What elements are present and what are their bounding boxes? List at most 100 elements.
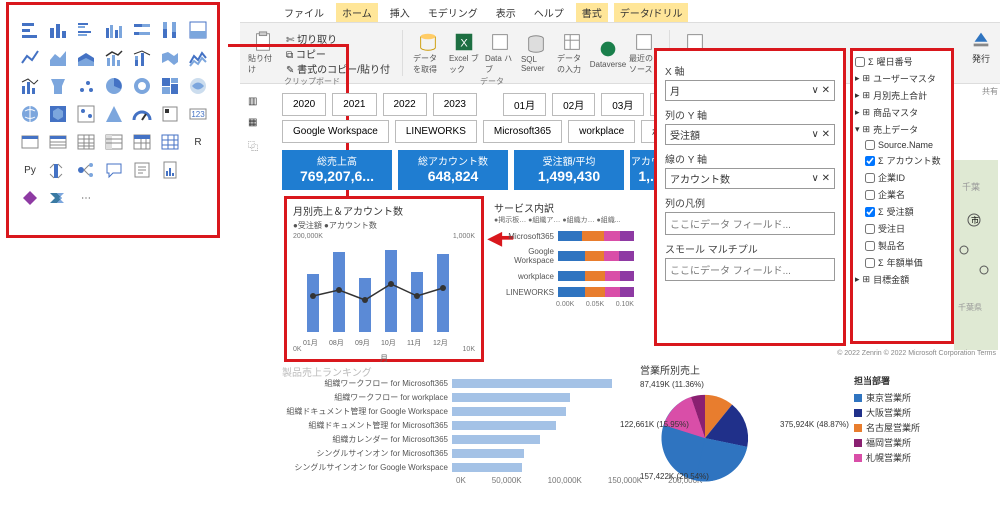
more-visuals-icon[interactable]: ⋯ xyxy=(75,187,97,209)
data-view-icon[interactable]: ▦ xyxy=(248,117,258,128)
power-automate-icon[interactable] xyxy=(47,187,69,209)
svc-m365[interactable]: Microsoft365 xyxy=(483,120,562,143)
stacked-bar-icon[interactable] xyxy=(19,19,41,41)
kpi-avg-order[interactable]: 受注額/平均1,499,430 xyxy=(514,150,624,190)
multi-card-icon[interactable] xyxy=(131,103,153,125)
r-visual-icon[interactable] xyxy=(131,131,153,153)
legend-drop[interactable]: ここにデータ フィールド... xyxy=(665,212,835,235)
svc-workplace[interactable]: workplace xyxy=(568,120,635,143)
chk-weekday[interactable] xyxy=(855,57,865,67)
chk-compname[interactable] xyxy=(865,190,875,200)
chk-orderdate[interactable] xyxy=(865,224,875,234)
funnel-icon[interactable] xyxy=(19,75,41,97)
line-chart-icon[interactable] xyxy=(19,47,41,69)
stacked-area-icon[interactable] xyxy=(75,47,97,69)
stacked-column-icon[interactable] xyxy=(47,19,69,41)
year-2022[interactable]: 2022 xyxy=(383,93,427,116)
dataverse-button[interactable]: Dataverse xyxy=(593,31,623,75)
shape-map-icon[interactable] xyxy=(19,103,41,125)
report-view-icon[interactable]: ▥ xyxy=(248,96,258,107)
model-view-icon[interactable]: ⿻ xyxy=(248,138,258,153)
chk-accounts[interactable] xyxy=(865,156,875,166)
xaxis-field[interactable]: 月∨ ✕ xyxy=(665,80,835,101)
donut-icon[interactable] xyxy=(103,75,125,97)
chk-compid[interactable] xyxy=(865,173,875,183)
clustered-column-icon[interactable] xyxy=(103,19,125,41)
matrix-icon[interactable] xyxy=(47,131,69,153)
chk-prodname[interactable] xyxy=(865,241,875,251)
publish-button[interactable]: 発行 xyxy=(966,28,996,65)
line-column-icon[interactable] xyxy=(187,19,209,41)
python-icon[interactable]: Py xyxy=(19,159,41,181)
azure-map-icon[interactable] xyxy=(47,103,69,125)
svc-google[interactable]: Google Workspace xyxy=(282,120,389,143)
chk-order[interactable] xyxy=(865,207,875,217)
tab-insert[interactable]: 挿入 xyxy=(384,3,416,24)
tab-home[interactable]: ホーム xyxy=(336,3,378,24)
stacked100-bar-icon[interactable] xyxy=(131,19,153,41)
service-breakdown-tile[interactable]: サービス内訳 ●掲示板… ●組織ア… ●組織カ… ●組織... Microsof… xyxy=(494,200,634,308)
month-01[interactable]: 01月 xyxy=(503,93,546,116)
tbl-user-master[interactable]: ⊞ユーザーマスタ xyxy=(855,72,949,85)
py-visual-icon[interactable] xyxy=(159,131,181,153)
scatter-icon[interactable] xyxy=(47,75,69,97)
format-painter-button[interactable]: ✎ 書式のコピー/貼り付 xyxy=(286,61,390,76)
month-03[interactable]: 03月 xyxy=(601,93,644,116)
tab-drill[interactable]: データ/ドリル xyxy=(614,3,689,24)
tbl-sales-data[interactable]: ⊞売上データ xyxy=(855,123,949,136)
r-script-icon[interactable]: R xyxy=(187,131,209,153)
tab-modeling[interactable]: モデリング xyxy=(422,3,484,24)
month-02[interactable]: 02月 xyxy=(552,93,595,116)
tbl-target[interactable]: ⊞目標金額 xyxy=(855,273,949,286)
ycol-field[interactable]: 受注額∨ ✕ xyxy=(665,124,835,145)
tab-file[interactable]: ファイル xyxy=(278,3,330,24)
year-2021[interactable]: 2021 xyxy=(332,93,376,116)
office-pie-tile[interactable]: 営業所別売上 87,419K (11.36%) 122,661K (15.95%… xyxy=(640,362,850,494)
tab-format[interactable]: 書式 xyxy=(576,3,608,24)
combo-stacked-icon[interactable] xyxy=(131,47,153,69)
combo-chart-tile[interactable]: 月別売上＆アカウント数 ●受注額 ●アカウント数 200,000K1,000K … xyxy=(284,196,484,362)
svc-lineworks[interactable]: LINEWORKS xyxy=(395,120,477,143)
tab-help[interactable]: ヘルプ xyxy=(528,3,570,24)
get-data-button[interactable]: データを取得 xyxy=(413,31,443,75)
key-influencers-icon[interactable] xyxy=(47,159,69,181)
clustered-bar-icon[interactable] xyxy=(75,19,97,41)
power-apps-icon[interactable] xyxy=(19,187,41,209)
pie-icon[interactable] xyxy=(75,75,97,97)
tab-view[interactable]: 表示 xyxy=(490,3,522,24)
tbl-monthly-sum[interactable]: ⊞月別売上合計 xyxy=(855,89,949,102)
ribbon-chart-icon[interactable] xyxy=(159,47,181,69)
year-2020[interactable]: 2020 xyxy=(282,93,326,116)
year-2023[interactable]: 2023 xyxy=(433,93,477,116)
paginated-icon[interactable] xyxy=(159,159,181,181)
table-icon[interactable] xyxy=(19,131,41,153)
stacked100-column-icon[interactable] xyxy=(159,19,181,41)
chk-source[interactable] xyxy=(865,140,875,150)
enter-data-button[interactable]: データの入力 xyxy=(557,31,587,75)
tbl-product-master[interactable]: ⊞商品マスタ xyxy=(855,106,949,119)
matrix2-icon[interactable] xyxy=(103,131,125,153)
kpi-total-accounts[interactable]: 総アカウント数648,824 xyxy=(398,150,508,190)
copy-button[interactable]: ⧉ コピー xyxy=(286,46,390,61)
table2-icon[interactable] xyxy=(75,131,97,153)
slicer-icon[interactable]: 123 xyxy=(187,103,209,125)
card-icon[interactable] xyxy=(103,103,125,125)
excel-button[interactable]: XExcel ブック xyxy=(449,31,479,75)
area-chart-icon[interactable] xyxy=(47,47,69,69)
paste-button[interactable]: 貼り付け xyxy=(248,31,278,75)
sql-button[interactable]: SQL Server xyxy=(521,31,551,75)
gauge-icon[interactable] xyxy=(75,103,97,125)
decomposition-icon[interactable] xyxy=(75,159,97,181)
chk-unitprice[interactable] xyxy=(865,258,875,268)
map-icon[interactable] xyxy=(159,75,181,97)
kpi-total-sales[interactable]: 総売上高769,207,6... xyxy=(282,150,392,190)
kpi-icon[interactable] xyxy=(159,103,181,125)
combo-chart-icon[interactable] xyxy=(103,47,125,69)
yline-field[interactable]: アカウント数∨ ✕ xyxy=(665,168,835,189)
filled-map-icon[interactable] xyxy=(187,75,209,97)
narrative-icon[interactable] xyxy=(131,159,153,181)
map-visual[interactable]: 千葉市千葉県 xyxy=(954,160,998,350)
waterfall-icon[interactable] xyxy=(187,47,209,69)
treemap-icon[interactable] xyxy=(131,75,153,97)
product-ranking-tile[interactable]: 組織ワークフロー for Microsoft365 組織ワークフロー for w… xyxy=(282,378,632,485)
